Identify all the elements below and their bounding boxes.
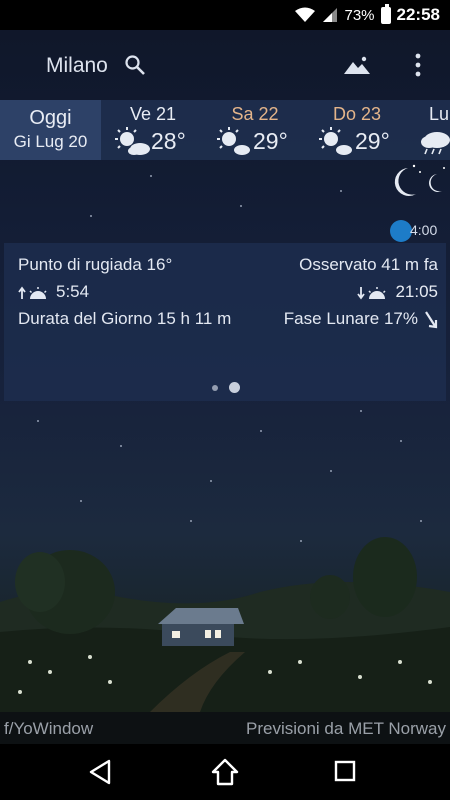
clock-time: 22:58 xyxy=(396,5,440,24)
search-icon[interactable] xyxy=(124,54,146,76)
rain-cloud-icon xyxy=(421,132,450,155)
timeline-handle[interactable] xyxy=(390,220,412,242)
forecast-day-name: Lu xyxy=(429,104,450,124)
forecast-day-name: Ve 21 xyxy=(129,104,177,124)
details-row: Durata del Giorno 15 h 11 m Fase Lunare … xyxy=(18,309,438,329)
battery-icon xyxy=(380,3,391,24)
moon-phase-info: Fase Lunare 17% xyxy=(284,309,438,330)
weather-details-panel[interactable]: Punto di rugiada 16° Osservato 41 m fa 5… xyxy=(4,243,446,401)
battery-percent: 73% xyxy=(344,6,375,24)
system-nav-bar xyxy=(0,744,450,800)
overflow-menu-icon[interactable] xyxy=(410,52,426,78)
page-dot xyxy=(212,385,218,391)
today-date: Gi Lug 20 xyxy=(13,132,88,151)
back-icon[interactable] xyxy=(88,759,112,785)
sun-cloud-icon xyxy=(217,127,250,155)
signal-icon xyxy=(323,8,338,22)
sunset-info: 21:05 xyxy=(357,282,438,302)
page-indicator xyxy=(212,381,252,395)
recent-apps-icon[interactable] xyxy=(334,760,356,782)
moon-phase-text: Fase Lunare 17% xyxy=(283,309,418,328)
forecast-day-name: Do 23 xyxy=(332,104,382,124)
wifi-icon xyxy=(295,7,316,22)
sun-cloud-icon xyxy=(115,127,150,155)
moon-phase-arrow-icon xyxy=(425,310,438,328)
details-row: Punto di rugiada 16° Osservato 41 m fa xyxy=(18,255,438,275)
countryside-landscape xyxy=(0,537,450,712)
forecast-temp: 28° xyxy=(151,128,186,154)
sun-cloud-icon xyxy=(319,127,352,155)
dew-point: Punto di rugiada 16° xyxy=(18,255,173,274)
credits-bar: f/YoWindow Previsioni da MET Norway xyxy=(0,712,450,744)
today-label: Oggi xyxy=(29,107,72,129)
sunset-icon xyxy=(357,286,386,300)
observed-time: Osservato 41 m fa xyxy=(299,255,438,274)
city-name[interactable]: Milano xyxy=(46,54,108,78)
forecast-day-name: Sa 22 xyxy=(231,104,279,124)
day-length: Durata del Giorno 15 h 11 m xyxy=(18,309,232,328)
daily-forecast-strip: Oggi Gi Lug 20 Ve 21 28° Sa 22 29° Do 23… xyxy=(0,100,450,160)
sunset-time: 21:05 xyxy=(395,282,438,301)
app-bar: Milano xyxy=(0,30,450,100)
yowindow-link[interactable]: f/YoWindow xyxy=(4,719,93,739)
forecast-day[interactable]: Ve 21 28° xyxy=(103,100,203,160)
sunrise-time: 5:54 xyxy=(56,282,90,301)
status-bar: 73% 22:58 xyxy=(0,0,450,30)
timeline-time-label: 4:00 xyxy=(410,222,438,238)
landscape-icon[interactable] xyxy=(343,56,371,76)
home-icon[interactable] xyxy=(211,758,239,786)
forecast-day[interactable]: Lu xyxy=(409,100,450,160)
moon-phase-icon xyxy=(394,164,445,196)
forecast-temp: 29° xyxy=(355,128,390,154)
forecast-provider-link[interactable]: Previsioni da MET Norway xyxy=(246,719,446,739)
forecast-day-today[interactable]: Oggi Gi Lug 20 xyxy=(0,100,101,160)
page-dot-active xyxy=(229,382,240,393)
forecast-day[interactable]: Sa 22 29° xyxy=(205,100,305,160)
sunrise-icon xyxy=(18,286,47,299)
forecast-day[interactable]: Do 23 29° xyxy=(307,100,407,160)
forecast-temp: 29° xyxy=(253,128,288,154)
